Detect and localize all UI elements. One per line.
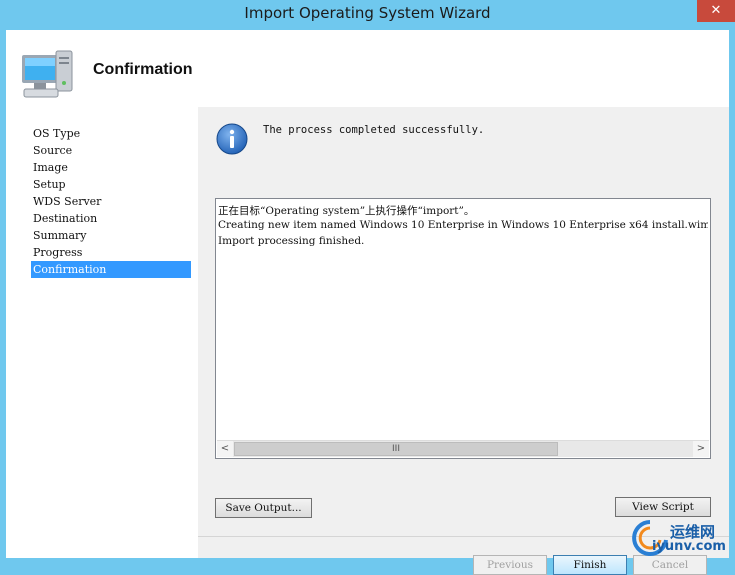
wizard-header: Confirmation bbox=[6, 30, 729, 107]
output-line: Creating new item named Windows 10 Enter… bbox=[218, 219, 708, 231]
output-log[interactable]: 正在目标“Operating system”上执行操作“import”。 Cre… bbox=[215, 198, 711, 459]
scroll-right-icon[interactable]: > bbox=[693, 441, 709, 457]
watermark-url: iyunv.com bbox=[652, 539, 726, 554]
info-icon bbox=[216, 123, 248, 155]
sidebar-item-summary[interactable]: Summary bbox=[31, 227, 191, 244]
computer-icon bbox=[22, 50, 73, 98]
finish-button[interactable]: Finish bbox=[553, 555, 627, 575]
output-line: Import processing finished. bbox=[218, 235, 365, 247]
wizard-window: Confirmation OS Type Source Image Setup … bbox=[6, 30, 729, 575]
window-title: Import Operating System Wizard bbox=[244, 4, 491, 22]
watermark: 运维网 iyunv.com bbox=[630, 518, 730, 558]
sidebar-item-image[interactable]: Image bbox=[31, 159, 191, 176]
horizontal-scrollbar[interactable]: < III > bbox=[217, 440, 709, 457]
view-script-button[interactable]: View Script bbox=[615, 497, 711, 517]
close-button[interactable]: ✕ bbox=[697, 0, 735, 22]
sidebar-item-destination[interactable]: Destination bbox=[31, 210, 191, 227]
save-output-button[interactable]: Save Output... bbox=[215, 498, 312, 518]
sidebar-item-setup[interactable]: Setup bbox=[31, 176, 191, 193]
page-title: Confirmation bbox=[93, 61, 193, 78]
sidebar-item-progress[interactable]: Progress bbox=[31, 244, 191, 261]
output-line: 正在目标“Operating system”上执行操作“import”。 bbox=[218, 205, 475, 217]
sidebar-item-source[interactable]: Source bbox=[31, 142, 191, 159]
sidebar-item-wds-server[interactable]: WDS Server bbox=[31, 193, 191, 210]
title-bar: Import Operating System Wizard ✕ bbox=[0, 0, 735, 30]
previous-button[interactable]: Previous bbox=[473, 555, 547, 575]
sidebar-item-os-type[interactable]: OS Type bbox=[31, 125, 191, 142]
cancel-button[interactable]: Cancel bbox=[633, 555, 707, 575]
scrollbar-thumb[interactable]: III bbox=[234, 442, 558, 456]
wizard-sidebar: OS Type Source Image Setup WDS Server De… bbox=[6, 107, 198, 558]
wizard-main-panel: The process completed successfully. 正在目标… bbox=[198, 107, 729, 575]
scroll-left-icon[interactable]: < bbox=[217, 441, 233, 457]
sidebar-item-confirmation[interactable]: Confirmation bbox=[31, 261, 191, 278]
status-message: The process completed successfully. bbox=[263, 124, 485, 136]
